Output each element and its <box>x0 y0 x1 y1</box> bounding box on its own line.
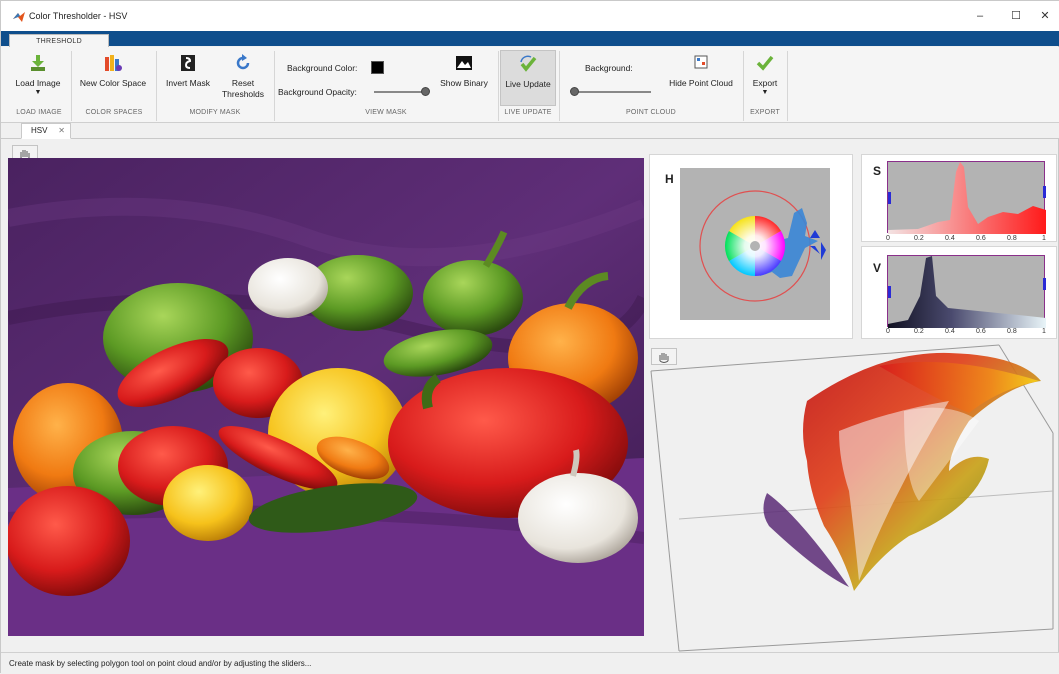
load-image-label: Load Image <box>15 78 61 88</box>
val-tick-0: 0 <box>886 328 890 335</box>
hide-point-cloud-button[interactable]: Hide Point Cloud <box>661 53 741 89</box>
dropdown-arrow-icon: ▼ <box>34 89 42 96</box>
reset-thresholds-button[interactable]: Reset Thresholds <box>217 53 269 100</box>
export-label: Export <box>752 78 778 88</box>
reset-icon <box>236 54 250 70</box>
new-color-space-button[interactable]: New Color Space <box>74 53 152 89</box>
background-opacity-slider-thumb[interactable] <box>421 87 430 96</box>
background-color-swatch[interactable] <box>371 61 384 74</box>
tab-hsv-label: HSV <box>31 126 48 135</box>
section-divider <box>787 51 788 121</box>
value-histogram-plot <box>888 256 1046 328</box>
binary-image-icon <box>456 56 472 70</box>
section-label-view-mask: VIEW MASK <box>365 109 407 116</box>
point-cloud-background-label: Background: <box>585 63 633 73</box>
sat-tick-0: 0 <box>886 235 890 242</box>
background-opacity-slider-track[interactable] <box>374 91 428 93</box>
val-tick-3: 0.6 <box>976 328 986 335</box>
sat-tick-5: 1 <box>1042 235 1046 242</box>
reset-label-line1: Reset <box>231 78 255 88</box>
sat-tick-3: 0.6 <box>976 235 986 242</box>
value-label: V <box>873 261 882 275</box>
checkmark-icon <box>756 55 774 71</box>
section-label-export: EXPORT <box>750 109 780 116</box>
status-text: Create mask by selecting polygon tool on… <box>9 659 312 668</box>
point-cloud-plot <box>650 344 1054 652</box>
sat-tick-1: 0.2 <box>914 235 924 242</box>
tab-hsv[interactable]: HSV ✕ <box>21 123 71 139</box>
saturation-histogram-plot <box>888 162 1046 234</box>
maximize-button[interactable]: ☐ <box>1003 7 1029 25</box>
new-color-space-label: New Color Space <box>79 78 147 88</box>
section-label-load-image: LOAD IMAGE <box>16 109 62 116</box>
load-image-button[interactable]: Load Image ▼ <box>8 53 68 97</box>
live-update-icon <box>520 55 537 72</box>
section-label-live-update: LIVE UPDATE <box>504 109 552 116</box>
hue-wheel-icon <box>699 190 826 302</box>
minimize-button[interactable]: – <box>967 7 993 25</box>
invert-mask-label: Invert Mask <box>166 78 210 88</box>
show-binary-label: Show Binary <box>440 78 488 88</box>
section-divider <box>71 51 72 121</box>
value-histogram[interactable] <box>887 255 1046 328</box>
app-window: Color Thresholder - HSV – ☐ ✕ THRESHOLD … <box>0 0 1059 674</box>
hide-point-cloud-label: Hide Point Cloud <box>669 78 733 88</box>
section-label-color-spaces: COLOR SPACES <box>85 109 143 116</box>
section-label-point-cloud: POINT CLOUD <box>626 109 676 116</box>
sat-tick-2: 0.4 <box>945 235 955 242</box>
point-cloud-view[interactable] <box>649 341 1057 653</box>
hue-color-wheel <box>724 216 786 276</box>
peppers-image <box>8 158 644 636</box>
close-button[interactable]: ✕ <box>1032 7 1058 25</box>
close-tab-icon[interactable]: ✕ <box>58 124 65 138</box>
saturation-histogram[interactable] <box>887 161 1046 234</box>
ribbon-tab-strip <box>1 31 1059 46</box>
live-update-toggle[interactable]: Live Update <box>500 50 556 106</box>
val-tick-5: 1 <box>1042 328 1046 335</box>
background-opacity-label: Background Opacity: <box>278 87 357 97</box>
hue-label: H <box>665 172 674 186</box>
background-color-label: Background Color: <box>287 63 358 73</box>
download-arrow-icon <box>31 55 45 71</box>
sat-tick-4: 0.8 <box>1007 235 1017 242</box>
hue-polar-plot[interactable] <box>680 168 830 320</box>
dropdown-arrow-icon: ▼ <box>761 89 769 96</box>
document-tab-bar <box>1 123 1059 139</box>
point-cloud-background-slider-thumb[interactable] <box>570 87 579 96</box>
window-title: Color Thresholder - HSV <box>29 11 128 21</box>
show-binary-button[interactable]: Show Binary <box>434 53 494 89</box>
export-button[interactable]: Export ▼ <box>746 53 784 97</box>
live-update-label: Live Update <box>505 79 551 89</box>
invert-mask-icon <box>181 55 195 71</box>
hide-cloud-icon <box>694 55 708 69</box>
saturation-label: S <box>873 164 882 178</box>
val-tick-4: 0.8 <box>1007 328 1017 335</box>
invert-mask-button[interactable]: Invert Mask <box>159 53 217 89</box>
color-bars-icon <box>105 55 122 71</box>
matlab-logo-icon <box>13 12 25 22</box>
section-label-modify-mask: MODIFY MASK <box>189 109 241 116</box>
image-display[interactable] <box>8 158 644 636</box>
title-bar: Color Thresholder - HSV – ☐ ✕ <box>1 1 1059 31</box>
point-cloud-background-slider-track[interactable] <box>573 91 651 93</box>
val-tick-2: 0.4 <box>945 328 955 335</box>
val-tick-1: 0.2 <box>914 328 924 335</box>
reset-label-line2: Thresholds <box>221 89 265 99</box>
